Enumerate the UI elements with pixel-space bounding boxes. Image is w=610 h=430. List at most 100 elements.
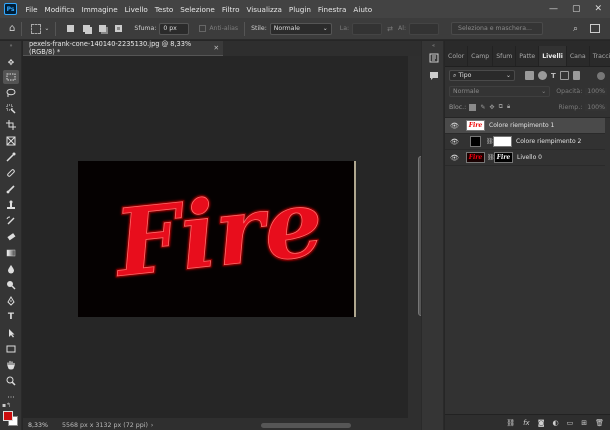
- smart-object-filter-icon[interactable]: [572, 71, 580, 80]
- layer-filter-select[interactable]: ⌕ Tipo ⌄: [449, 70, 515, 81]
- healing-brush-tool-icon[interactable]: [3, 166, 19, 180]
- layer-name[interactable]: Colore riempimento 1: [489, 122, 554, 129]
- hand-tool-icon[interactable]: [3, 358, 19, 372]
- blur-tool-icon[interactable]: [3, 262, 19, 276]
- history-brush-tool-icon[interactable]: [3, 214, 19, 228]
- menu-file[interactable]: File: [22, 5, 41, 14]
- fx-icon[interactable]: fx: [523, 419, 530, 427]
- path-selection-tool-icon[interactable]: [3, 326, 19, 340]
- pixel-filter-icon[interactable]: [525, 71, 534, 80]
- zoom-level[interactable]: 8,33%: [28, 422, 62, 429]
- menu-testo[interactable]: Testo: [151, 5, 177, 14]
- close-button[interactable]: ✕: [594, 4, 602, 14]
- menu-plugin[interactable]: Plugin: [285, 5, 314, 14]
- collapse-icon[interactable]: »: [3, 43, 19, 49]
- home-icon[interactable]: ⌂: [9, 23, 15, 34]
- foreground-color-swatch[interactable]: [3, 411, 13, 421]
- zoom-tool-icon[interactable]: [3, 374, 19, 388]
- swap-icon[interactable]: ⇄: [387, 25, 393, 33]
- eraser-tool-icon[interactable]: [3, 230, 19, 244]
- layer-name[interactable]: Livello 0: [517, 154, 542, 161]
- tab-gradients[interactable]: Sfum: [493, 46, 517, 66]
- subtract-selection-icon[interactable]: [96, 23, 108, 35]
- minimize-button[interactable]: —: [549, 4, 558, 14]
- layer-name[interactable]: Colore riempimento 2: [516, 138, 581, 145]
- mask-icon[interactable]: ◙: [538, 419, 545, 427]
- style-select[interactable]: Normale ⌄: [269, 22, 332, 35]
- adjustment-icon[interactable]: ◐: [553, 419, 559, 427]
- menu-visualizza[interactable]: Visualizza: [243, 5, 285, 14]
- tab-layers[interactable]: Livelli: [539, 46, 567, 66]
- menu-filtro[interactable]: Filtro: [218, 5, 243, 14]
- width-input[interactable]: [352, 22, 383, 35]
- link-icon[interactable]: ⛓︎: [486, 138, 494, 145]
- tab-color[interactable]: Color: [445, 46, 469, 66]
- lock-transparent-icon[interactable]: [469, 103, 477, 111]
- new-layer-icon[interactable]: ⊞: [581, 419, 587, 427]
- blend-mode-select[interactable]: Normale ⌄: [449, 86, 551, 97]
- brush-tool-icon[interactable]: [3, 182, 19, 196]
- visibility-eye-icon[interactable]: 👁︎: [450, 154, 459, 162]
- tab-paths[interactable]: Tracci: [590, 46, 610, 66]
- layer-row[interactable]: 👁︎ Fire ⛓︎ Fire Livello 0: [445, 150, 605, 166]
- clone-stamp-tool-icon[interactable]: [3, 198, 19, 212]
- intersect-selection-icon[interactable]: [112, 23, 124, 35]
- pen-tool-icon[interactable]: [3, 294, 19, 308]
- type-tool-icon[interactable]: T: [3, 310, 19, 324]
- height-input[interactable]: [409, 22, 440, 35]
- menu-finestra[interactable]: Finestra: [314, 5, 350, 14]
- workspace-icon[interactable]: [590, 24, 600, 33]
- layer-row[interactable]: 👁︎ Fire Colore riempimento 1: [445, 118, 605, 134]
- menu-selezione[interactable]: Selezione: [177, 5, 219, 14]
- adjustment-filter-icon[interactable]: [538, 71, 547, 80]
- antialias-checkbox[interactable]: [199, 25, 207, 32]
- frame-tool-icon[interactable]: [3, 134, 19, 148]
- close-tab-icon[interactable]: ✕: [213, 44, 219, 52]
- filter-toggle-icon[interactable]: [597, 71, 605, 80]
- maximize-button[interactable]: ▢: [572, 4, 581, 14]
- opacity-value[interactable]: 100%: [585, 88, 607, 95]
- menu-aiuto[interactable]: Aiuto: [350, 5, 376, 14]
- quick-selection-tool-icon[interactable]: [3, 102, 19, 116]
- eyedropper-tool-icon[interactable]: [3, 150, 19, 164]
- comments-panel-icon[interactable]: [427, 69, 440, 82]
- collapse-icon[interactable]: «: [427, 43, 440, 49]
- vertical-scrollbar[interactable]: [408, 56, 425, 418]
- marquee-preset-icon[interactable]: [31, 23, 42, 34]
- tab-swatches[interactable]: Camp: [468, 46, 494, 66]
- history-panel-icon[interactable]: [427, 51, 440, 64]
- link-icon[interactable]: ⛓︎: [487, 154, 495, 161]
- chevron-down-icon[interactable]: ⌄: [44, 25, 49, 32]
- tab-patterns[interactable]: Patte: [516, 46, 540, 66]
- fill-value[interactable]: 100%: [585, 103, 607, 111]
- shape-filter-icon[interactable]: [559, 71, 569, 80]
- menu-livello[interactable]: Livello: [121, 5, 151, 14]
- lock-all-icon[interactable]: 🔒︎: [507, 103, 510, 111]
- type-filter-icon[interactable]: T: [551, 72, 556, 80]
- chevron-right-icon[interactable]: ›: [151, 422, 153, 429]
- new-selection-icon[interactable]: [64, 23, 76, 35]
- scroll-thumb[interactable]: [261, 422, 351, 428]
- link-icon[interactable]: ⛓︎: [506, 419, 515, 427]
- crop-tool-icon[interactable]: [3, 118, 19, 132]
- marquee-tool-icon[interactable]: [3, 70, 19, 84]
- add-selection-icon[interactable]: [80, 23, 92, 35]
- search-icon[interactable]: ⌕: [573, 24, 578, 34]
- document-tab[interactable]: pexels-frank-cone-140140-2235130.jpg @ 8…: [23, 40, 223, 56]
- lock-position-icon[interactable]: ✥: [489, 104, 494, 111]
- menu-modifica[interactable]: Modifica: [41, 5, 78, 14]
- feather-input[interactable]: 0 px: [159, 22, 190, 35]
- dodge-tool-icon[interactable]: [3, 278, 19, 292]
- document-canvas[interactable]: Fire Fire: [78, 161, 356, 317]
- tab-channels[interactable]: Cana: [567, 46, 590, 66]
- layer-row[interactable]: 👁︎ ⛓︎ Colore riempimento 2: [445, 134, 605, 150]
- default-colors-icon[interactable]: ▪↰: [2, 402, 11, 409]
- gradient-tool-icon[interactable]: [3, 246, 19, 260]
- group-icon[interactable]: ▭: [567, 419, 574, 427]
- lock-image-icon[interactable]: ✎: [480, 104, 485, 111]
- trash-icon[interactable]: 🗑︎: [595, 419, 604, 427]
- move-tool-icon[interactable]: ✥: [3, 55, 19, 69]
- select-and-mask-button[interactable]: Seleziona e maschera...: [451, 22, 544, 35]
- visibility-eye-icon[interactable]: 👁︎: [450, 138, 459, 146]
- rectangle-tool-icon[interactable]: [3, 342, 19, 356]
